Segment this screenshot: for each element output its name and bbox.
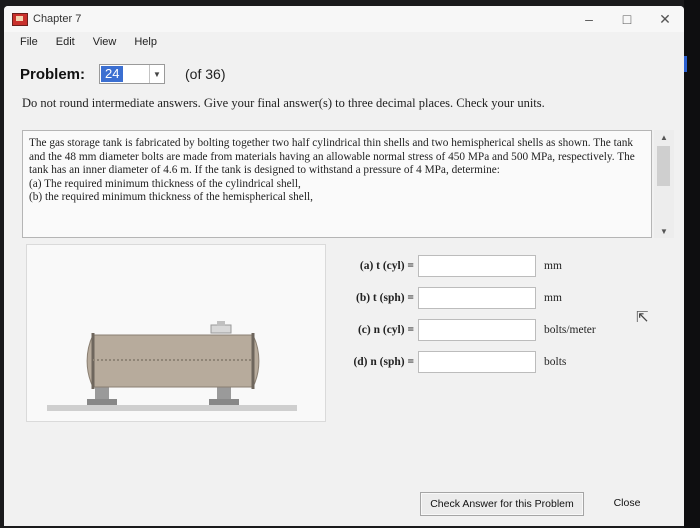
scroll-thumb[interactable] (657, 146, 670, 186)
answer-row-c: (c) n (cyl) = bolts/meter (330, 314, 596, 346)
menu-help[interactable]: Help (134, 36, 157, 48)
answer-input-a[interactable] (418, 255, 536, 277)
question-text-box[interactable]: The gas storage tank is fabricated by bo… (22, 130, 652, 238)
question-scrollbar[interactable]: ▲ ▼ (654, 130, 674, 238)
edge-accent (684, 56, 687, 72)
app-icon (12, 12, 28, 26)
scroll-up-icon[interactable]: ▲ (654, 130, 674, 144)
problem-selector-row: Problem: 24 ▼ (of 36) (20, 64, 225, 84)
window-title: Chapter 7 (33, 13, 82, 25)
answer-input-c[interactable] (418, 319, 536, 341)
menu-edit[interactable]: Edit (56, 36, 75, 48)
answer-row-a: (a) t (cyl) = mm (330, 250, 596, 282)
menu-view[interactable]: View (93, 36, 117, 48)
problem-select[interactable]: 24 ▼ (99, 64, 166, 84)
answer-fields: (a) t (cyl) = mm (b) t (sph) = mm (c) n … (330, 250, 596, 378)
answer-unit-c: bolts/meter (544, 324, 596, 336)
answer-unit-a: mm (544, 260, 562, 272)
problem-total: (of 36) (185, 66, 226, 82)
tank-figure (26, 244, 326, 422)
close-button[interactable]: Close (600, 492, 654, 514)
gas-tank-illustration (27, 245, 325, 421)
menu-bar: File Edit View Help (4, 32, 684, 52)
check-answer-button[interactable]: Check Answer for this Problem (420, 492, 584, 516)
question-part-b: (b) the required minimum thickness of th… (29, 191, 313, 204)
minimize-icon[interactable]: – (570, 6, 608, 32)
cursor-icon: ⇱ (636, 309, 649, 326)
answer-unit-b: mm (544, 292, 562, 304)
menu-file[interactable]: File (20, 36, 38, 48)
answer-input-b[interactable] (418, 287, 536, 309)
answer-unit-d: bolts (544, 356, 567, 368)
window-controls: – □ ✕ (570, 6, 684, 32)
answer-label-d: (d) n (sph) = (353, 356, 414, 368)
answer-input-d[interactable] (418, 351, 536, 373)
window-edge (684, 0, 700, 528)
question-statement: The gas storage tank is fabricated by bo… (29, 137, 635, 177)
answer-row-b: (b) t (sph) = mm (330, 282, 596, 314)
title-bar: Chapter 7 – □ ✕ (4, 6, 684, 32)
instructions-text: Do not round intermediate answers. Give … (22, 96, 545, 110)
problem-selected-value[interactable]: 24 (101, 66, 124, 82)
problem-label: Problem: (20, 65, 86, 83)
scroll-down-icon[interactable]: ▼ (654, 224, 674, 238)
chevron-down-icon[interactable]: ▼ (149, 65, 164, 83)
answer-row-d: (d) n (sph) = bolts (330, 346, 596, 378)
answer-label-a: (a) t (cyl) = (359, 260, 414, 272)
maximize-icon[interactable]: □ (608, 6, 646, 32)
answer-label-b: (b) t (sph) = (356, 292, 414, 304)
question-part-a: (a) The required minimum thickness of th… (29, 177, 301, 190)
app-window: Chapter 7 – □ ✕ File Edit View Help Prob… (4, 6, 684, 526)
close-window-icon[interactable]: ✕ (646, 6, 684, 32)
answer-label-c: (c) n (cyl) = (357, 324, 414, 336)
